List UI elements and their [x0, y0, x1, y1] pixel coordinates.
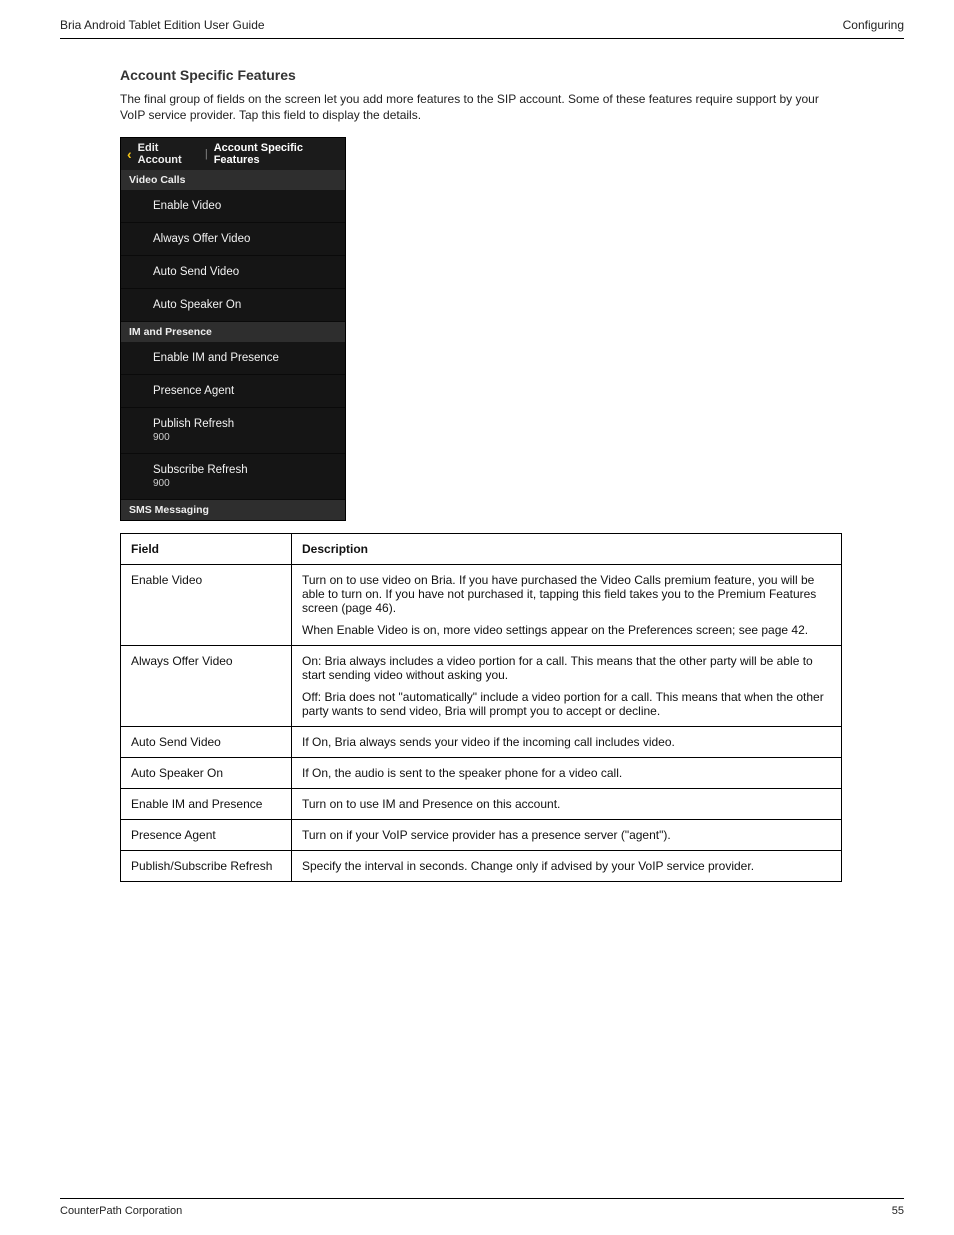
settings-screenshot: ‹ Edit Account | Account Specific Featur…: [120, 137, 346, 521]
table-row: Enable IM and Presence Turn on to use IM…: [121, 789, 842, 820]
desc-paragraph: Turn on to use IM and Presence on this a…: [302, 797, 831, 811]
setting-row-auto-speaker-on[interactable]: Auto Speaker On: [121, 289, 345, 322]
section-heading: Account Specific Features: [120, 67, 904, 83]
setting-label: Always Offer Video: [153, 233, 335, 245]
setting-row-publish-refresh[interactable]: Publish Refresh 900: [121, 408, 345, 454]
screen-title: Account Specific Features: [214, 142, 339, 166]
table-row: Presence Agent Turn on if your VoIP serv…: [121, 820, 842, 851]
header-divider: [60, 38, 904, 39]
table-row: Enable Video Turn on to use video on Bri…: [121, 565, 842, 646]
footer-left: CounterPath Corporation: [60, 1205, 182, 1217]
col-desc-header: Description: [292, 534, 842, 565]
page-number: 55: [892, 1205, 904, 1217]
page-header: Bria Android Tablet Edition User Guide C…: [60, 18, 904, 32]
setting-value: 900: [153, 478, 335, 489]
table-row: Publish/Subscribe Refresh Specify the in…: [121, 851, 842, 882]
features-table: Field Description Enable Video Turn on t…: [120, 533, 842, 882]
field-cell: Auto Speaker On: [121, 758, 292, 789]
group-header: SMS Messaging: [121, 500, 345, 520]
setting-value: 900: [153, 432, 335, 443]
back-chevron-icon[interactable]: ‹: [127, 146, 132, 162]
setting-row-presence-agent[interactable]: Presence Agent: [121, 375, 345, 408]
desc-cell: Specify the interval in seconds. Change …: [292, 851, 842, 882]
desc-paragraph: On: Bria always includes a video portion…: [302, 654, 831, 682]
settings-header: ‹ Edit Account | Account Specific Featur…: [121, 138, 345, 170]
field-cell: Auto Send Video: [121, 727, 292, 758]
desc-cell: Turn on to use IM and Presence on this a…: [292, 789, 842, 820]
setting-label: Auto Send Video: [153, 266, 335, 278]
page-footer: CounterPath Corporation 55: [60, 1198, 904, 1217]
table-row: Auto Speaker On If On, the audio is sent…: [121, 758, 842, 789]
field-cell: Presence Agent: [121, 820, 292, 851]
desc-cell: Turn on to use video on Bria. If you hav…: [292, 565, 842, 646]
field-cell: Enable IM and Presence: [121, 789, 292, 820]
desc-paragraph: If On, Bria always sends your video if t…: [302, 735, 831, 749]
setting-label: Enable IM and Presence: [153, 352, 335, 364]
desc-cell: Turn on if your VoIP service provider ha…: [292, 820, 842, 851]
group-header: Video Calls: [121, 170, 345, 190]
table-row: Auto Send Video If On, Bria always sends…: [121, 727, 842, 758]
desc-paragraph: Turn on if your VoIP service provider ha…: [302, 828, 831, 842]
desc-cell: If On, Bria always sends your video if t…: [292, 727, 842, 758]
group-header: IM and Presence: [121, 322, 345, 342]
setting-label: Publish Refresh: [153, 418, 335, 430]
table-header-row: Field Description: [121, 534, 842, 565]
section-intro: The final group of fields on the screen …: [120, 91, 840, 123]
desc-paragraph: Turn on to use video on Bria. If you hav…: [302, 573, 831, 615]
doc-section: Configuring: [843, 18, 904, 32]
setting-label: Presence Agent: [153, 385, 335, 397]
setting-label: Auto Speaker On: [153, 299, 335, 311]
back-title[interactable]: Edit Account: [138, 142, 199, 166]
setting-row-auto-send-video[interactable]: Auto Send Video: [121, 256, 345, 289]
desc-cell: If On, the audio is sent to the speaker …: [292, 758, 842, 789]
desc-cell: On: Bria always includes a video portion…: [292, 646, 842, 727]
desc-paragraph: If On, the audio is sent to the speaker …: [302, 766, 831, 780]
desc-paragraph: When Enable Video is on, more video sett…: [302, 623, 831, 637]
doc-title: Bria Android Tablet Edition User Guide: [60, 18, 265, 32]
field-cell: Enable Video: [121, 565, 292, 646]
setting-row-enable-im-presence[interactable]: Enable IM and Presence: [121, 342, 345, 375]
col-field-header: Field: [121, 534, 292, 565]
title-separator: |: [205, 148, 208, 160]
setting-label: Enable Video: [153, 200, 335, 212]
field-cell: Publish/Subscribe Refresh: [121, 851, 292, 882]
setting-label: Subscribe Refresh: [153, 464, 335, 476]
setting-row-always-offer-video[interactable]: Always Offer Video: [121, 223, 345, 256]
field-cell: Always Offer Video: [121, 646, 292, 727]
setting-row-subscribe-refresh[interactable]: Subscribe Refresh 900: [121, 454, 345, 500]
setting-row-enable-video[interactable]: Enable Video: [121, 190, 345, 223]
desc-paragraph: Off: Bria does not "automatically" inclu…: [302, 690, 831, 718]
footer-divider: [60, 1198, 904, 1199]
table-row: Always Offer Video On: Bria always inclu…: [121, 646, 842, 727]
desc-paragraph: Specify the interval in seconds. Change …: [302, 859, 831, 873]
